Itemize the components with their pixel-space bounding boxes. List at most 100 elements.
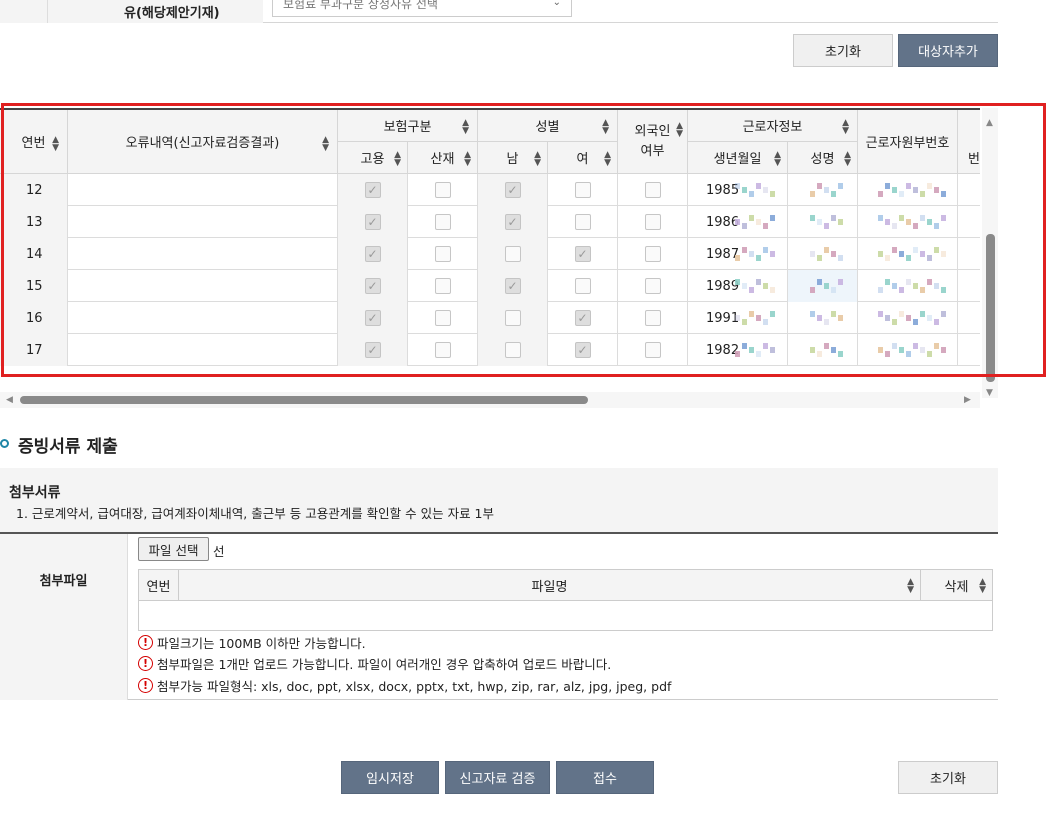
- table-row[interactable]: 12 ✓ ✓ 1985: [0, 174, 980, 206]
- industrial-checkbox[interactable]: [434, 310, 451, 326]
- industrial-checkbox[interactable]: [434, 182, 451, 198]
- male-checkbox[interactable]: [504, 246, 521, 262]
- employment-checkbox[interactable]: ✓: [364, 342, 381, 358]
- scroll-up-icon[interactable]: ▲: [986, 118, 993, 128]
- row-extra: [958, 302, 980, 334]
- header-male[interactable]: 남 ▲ ▼: [478, 142, 548, 174]
- add-target-button[interactable]: 대상자추가: [898, 34, 998, 67]
- sort-icon: ▲ ▼: [534, 150, 541, 168]
- file-header-name[interactable]: 파일명 ▲ ▼: [179, 570, 921, 601]
- foreign-checkbox[interactable]: [644, 278, 661, 294]
- employment-checkbox[interactable]: ✓: [364, 278, 381, 294]
- sort-icon: ▲ ▼: [394, 150, 401, 168]
- section-bullet-icon: [0, 439, 9, 448]
- male-checkbox[interactable]: [504, 342, 521, 358]
- header-extra: 번: [958, 110, 980, 174]
- file-note: ! 첨부가능 파일형식: xls, doc, ppt, xlsx, docx, …: [138, 676, 671, 695]
- redacted-block: [878, 279, 953, 293]
- reason-select[interactable]: 보험료 부과구분 상정사유 선택 ⌄: [272, 0, 572, 17]
- redacted-block: [735, 183, 780, 197]
- reason-select-value: 보험료 부과구분 상정사유 선택: [283, 0, 438, 11]
- header-foreign[interactable]: 외국인 여부 ▲ ▼: [618, 110, 688, 174]
- header-insurance[interactable]: 보험구분 ▲ ▼: [338, 110, 478, 142]
- row-female-cell: ✓: [548, 334, 618, 366]
- row-extra: [958, 206, 980, 238]
- sort-icon: ▲ ▼: [844, 150, 851, 168]
- reset-bottom-button[interactable]: 초기화: [898, 761, 998, 794]
- scroll-down-icon[interactable]: ▼: [986, 388, 993, 398]
- table-row[interactable]: 17 ✓ ✓ 1982: [0, 334, 980, 366]
- employment-checkbox[interactable]: ✓: [364, 310, 381, 326]
- industrial-checkbox[interactable]: [434, 278, 451, 294]
- header-error[interactable]: 오류내역(신고자료검증결과) ▲ ▼: [68, 110, 338, 174]
- vertical-scrollbar[interactable]: ▲ ▼: [982, 108, 998, 398]
- sort-icon: ▲ ▼: [676, 121, 683, 139]
- row-employment-cell: ✓: [338, 334, 408, 366]
- employment-checkbox[interactable]: ✓: [364, 246, 381, 262]
- header-name[interactable]: 성명 ▲ ▼: [788, 142, 858, 174]
- scroll-right-icon[interactable]: ▶: [964, 395, 971, 405]
- female-checkbox[interactable]: ✓: [574, 246, 591, 262]
- redacted-block: [878, 247, 953, 261]
- row-error: [68, 206, 338, 238]
- table-row[interactable]: 13 ✓ ✓ 1986: [0, 206, 980, 238]
- header-worker-no[interactable]: 근로자원부번호: [858, 110, 958, 174]
- female-checkbox[interactable]: [574, 214, 591, 230]
- industrial-checkbox[interactable]: [434, 342, 451, 358]
- female-checkbox[interactable]: ✓: [574, 310, 591, 326]
- row-employment-cell: ✓: [338, 270, 408, 302]
- header-worker-info[interactable]: 근로자정보 ▲ ▼: [688, 110, 858, 142]
- male-checkbox[interactable]: ✓: [504, 182, 521, 198]
- header-industrial[interactable]: 산재 ▲ ▼: [408, 142, 478, 174]
- table-row[interactable]: 14 ✓ ✓ 1987: [0, 238, 980, 270]
- row-error: [68, 238, 338, 270]
- female-checkbox[interactable]: [574, 278, 591, 294]
- horizontal-scrollbar[interactable]: ◀ ▶: [0, 392, 980, 408]
- header-seq[interactable]: 연번 ▲ ▼: [0, 110, 68, 174]
- row-industrial-cell: [408, 206, 478, 238]
- redacted-block: [810, 279, 850, 293]
- file-note: ! 파일크기는 100MB 이하만 가능합니다.: [138, 633, 366, 652]
- file-header-delete[interactable]: 삭제 ▲ ▼: [921, 570, 992, 601]
- foreign-checkbox[interactable]: [644, 310, 661, 326]
- foreign-checkbox[interactable]: [644, 246, 661, 262]
- male-checkbox[interactable]: [504, 310, 521, 326]
- header-employment[interactable]: 고용 ▲ ▼: [338, 142, 408, 174]
- employment-checkbox[interactable]: ✓: [364, 182, 381, 198]
- industrial-checkbox[interactable]: [434, 214, 451, 230]
- header-birth[interactable]: 생년월일 ▲ ▼: [688, 142, 788, 174]
- foreign-checkbox[interactable]: [644, 182, 661, 198]
- industrial-checkbox[interactable]: [434, 246, 451, 262]
- foreign-checkbox[interactable]: [644, 214, 661, 230]
- female-checkbox[interactable]: [574, 182, 591, 198]
- vertical-scroll-thumb[interactable]: [986, 234, 995, 382]
- foreign-checkbox[interactable]: [644, 342, 661, 358]
- table-row[interactable]: 15 ✓ ✓ 1989: [0, 270, 980, 302]
- submit-button[interactable]: 접수: [556, 761, 654, 794]
- header-female[interactable]: 여 ▲ ▼: [548, 142, 618, 174]
- row-employment-cell: ✓: [338, 302, 408, 334]
- sort-icon: ▲ ▼: [979, 577, 986, 595]
- file-header-seq[interactable]: 연번: [139, 570, 179, 601]
- file-select-button[interactable]: 파일 선택: [138, 537, 209, 561]
- redacted-block: [878, 311, 953, 325]
- temp-save-button[interactable]: 임시저장: [341, 761, 439, 794]
- file-status: 선: [213, 544, 225, 559]
- redacted-block: [878, 343, 953, 357]
- female-checkbox[interactable]: ✓: [574, 342, 591, 358]
- row-male-cell: ✓: [478, 206, 548, 238]
- male-checkbox[interactable]: ✓: [504, 278, 521, 294]
- reset-button[interactable]: 초기화: [793, 34, 893, 67]
- male-checkbox[interactable]: ✓: [504, 214, 521, 230]
- horizontal-scroll-thumb[interactable]: [20, 396, 588, 404]
- scroll-left-icon[interactable]: ◀: [6, 395, 13, 405]
- attach-row: 첨부파일 파일 선택 선 연번 파일명 ▲ ▼ 삭제 ▲ ▼ ! 파일크기는 100…: [0, 534, 998, 700]
- table-row[interactable]: 16 ✓ ✓ 1991: [0, 302, 980, 334]
- redacted-block: [878, 215, 953, 229]
- row-female-cell: ✓: [548, 302, 618, 334]
- employment-checkbox[interactable]: ✓: [364, 214, 381, 230]
- row-error: [68, 270, 338, 302]
- header-gender[interactable]: 성별 ▲ ▼: [478, 110, 618, 142]
- verify-button[interactable]: 신고자료 검증: [445, 761, 550, 794]
- worker-grid: 연번 ▲ ▼ 오류내역(신고자료검증결과) ▲ ▼ 보험구분 ▲ ▼ 고용 ▲ ▼ 산재…: [0, 108, 998, 408]
